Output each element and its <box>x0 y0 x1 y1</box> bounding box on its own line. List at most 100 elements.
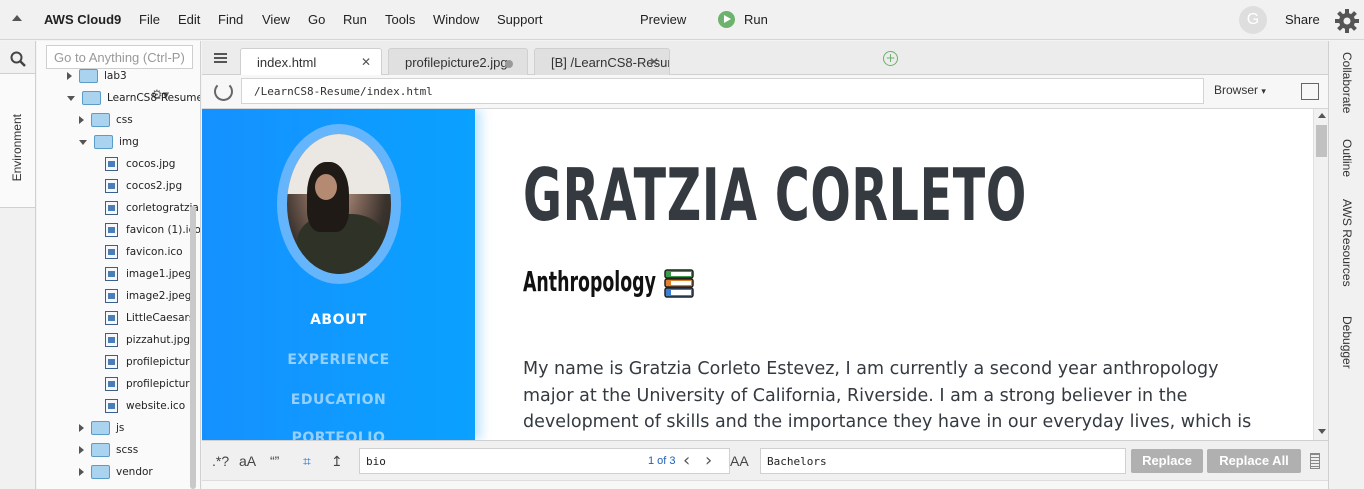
bio-paragraph: My name is Gratzia Corleto Estevez, I am… <box>523 359 1252 440</box>
profile-picture <box>287 134 391 274</box>
settings-gear-icon[interactable] <box>1333 7 1361 35</box>
tab-index-html[interactable]: index.html ✕ <box>240 48 382 75</box>
image-file-icon <box>105 179 118 193</box>
site-nav-portfolio[interactable]: PORTFOLIO <box>202 430 475 440</box>
run-button[interactable]: Run <box>744 12 768 27</box>
collapse-arrow-icon[interactable] <box>79 139 87 145</box>
expand-arrow-icon[interactable] <box>67 72 72 80</box>
folder-icon <box>94 135 113 149</box>
collapse-menu-icon[interactable] <box>12 15 22 21</box>
wrap-toggle[interactable]: ↥ <box>331 453 343 470</box>
menu-window[interactable]: Window <box>433 12 479 27</box>
menu-file[interactable]: File <box>139 12 160 27</box>
tree-file[interactable]: image2.jpeg <box>105 285 191 307</box>
replace-all-button[interactable]: Replace All <box>1207 449 1301 473</box>
environment-tab[interactable]: Environment <box>0 73 35 208</box>
menu-find[interactable]: Find <box>218 12 243 27</box>
menu-support[interactable]: Support <box>497 12 543 27</box>
tree-row-label: corletogratzia <box>126 202 199 214</box>
tree-row-label: LittleCaesars <box>126 312 195 324</box>
scroll-down-icon[interactable] <box>1318 429 1326 434</box>
tree-folder-scss[interactable]: scss <box>79 439 138 461</box>
expand-arrow-icon[interactable] <box>79 468 84 476</box>
unsaved-dot-icon[interactable] <box>505 60 513 68</box>
tree-folder-js[interactable]: js <box>79 417 124 439</box>
avatar[interactable]: G <box>1239 6 1267 34</box>
tab-label: profilepicture2.jpg <box>405 55 508 70</box>
site-nav-education[interactable]: EDUCATION <box>202 392 475 408</box>
site-name-heading: GRATZIA CORLETO <box>523 153 1027 237</box>
run-icon[interactable] <box>718 11 735 28</box>
expand-arrow-icon[interactable] <box>79 446 84 454</box>
expand-arrow-icon[interactable] <box>79 424 84 432</box>
tree-file[interactable]: corletogratzia <box>105 197 199 219</box>
folder-icon <box>91 421 110 435</box>
expand-arrow-icon[interactable] <box>79 116 84 124</box>
menu-view[interactable]: View <box>262 12 290 27</box>
site-subtitle: Anthropology <box>523 265 656 298</box>
tree-row-label: LearnCS8-Resume <box>107 92 201 104</box>
file-tree: Go to Anything (Ctrl-P) ⚙▾ lab3 LearnCS8… <box>37 41 201 489</box>
tree-file[interactable]: cocos2.jpg <box>105 175 182 197</box>
tree-folder-css[interactable]: css <box>79 109 133 131</box>
menu-go[interactable]: Go <box>308 12 325 27</box>
reload-icon[interactable] <box>214 82 233 101</box>
preview-button[interactable]: Preview <box>640 12 686 27</box>
pop-out-icon[interactable] <box>1301 83 1319 100</box>
collapse-arrow-icon[interactable] <box>67 95 75 101</box>
preview-scrollbar[interactable] <box>1313 109 1328 440</box>
find-previous-icon[interactable]: ‹ <box>683 450 690 471</box>
tree-file[interactable]: image1.jpeg <box>105 263 191 285</box>
url-input[interactable]: /LearnCS8-Resume/index.html <box>241 78 1204 104</box>
search-icon[interactable] <box>10 51 26 67</box>
new-tab-plus-icon[interactable]: + <box>883 51 898 66</box>
tree-file[interactable]: cocos.jpg <box>105 153 175 175</box>
outline-tab[interactable]: Outline <box>1340 139 1354 177</box>
tree-folder-learncs8-resume[interactable]: LearnCS8-Resume <box>67 87 201 109</box>
tree-file[interactable]: favicon (1).ico <box>105 219 200 241</box>
close-tab-icon[interactable]: ✕ <box>649 55 659 69</box>
tree-folder-img[interactable]: img <box>79 131 139 153</box>
site-nav-about[interactable]: ABOUT <box>202 312 475 328</box>
site-nav-experience[interactable]: EXPERIENCE <box>202 352 475 368</box>
collaborate-tab[interactable]: Collaborate <box>1340 52 1354 113</box>
find-next-icon[interactable]: › <box>705 450 712 471</box>
replace-button[interactable]: Replace <box>1131 449 1203 473</box>
share-button[interactable]: Share <box>1285 12 1320 27</box>
image-file-icon <box>105 157 118 171</box>
replace-input[interactable]: Bachelors <box>760 448 1126 474</box>
tree-file[interactable]: favicon.ico <box>105 241 183 263</box>
tree-folder-lab3[interactable]: lab3 <box>67 65 127 87</box>
tree-file[interactable]: profilepicture <box>105 351 196 373</box>
right-rail: Collaborate Outline AWS Resources Debugg… <box>1328 41 1364 489</box>
tree-row-label: vendor <box>116 466 153 478</box>
tree-file[interactable]: pizzahut.jpg <box>105 329 190 351</box>
browser-mode-label: Browser <box>1214 83 1259 97</box>
tree-file[interactable]: LittleCaesars <box>105 307 194 329</box>
preserve-case-toggle[interactable]: AA <box>730 453 749 469</box>
scroll-up-icon[interactable] <box>1318 113 1326 118</box>
whole-word-toggle[interactable]: “” <box>270 453 279 469</box>
debugger-tab[interactable]: Debugger <box>1340 316 1354 369</box>
tab-profilepicture2[interactable]: profilepicture2.jpg <box>388 48 528 75</box>
tree-file[interactable]: website.ico <box>105 395 185 417</box>
menu-run[interactable]: Run <box>343 12 367 27</box>
brand-menu[interactable]: AWS Cloud9 <box>44 12 121 27</box>
scroll-thumb[interactable] <box>1316 125 1327 157</box>
tree-row-label: lab3 <box>104 70 127 82</box>
regex-toggle[interactable]: .*? <box>212 453 229 469</box>
close-tab-icon[interactable]: ✕ <box>361 55 371 69</box>
menu-edit[interactable]: Edit <box>178 12 200 27</box>
image-file-icon <box>105 201 118 215</box>
tree-file[interactable]: profilepicture <box>105 373 196 395</box>
case-sensitive-toggle[interactable]: aA <box>239 453 256 469</box>
tab-browser-preview[interactable]: [B] /LearnCS8-Resume/index.html ✕ <box>534 48 670 75</box>
menu-tools[interactable]: Tools <box>385 12 415 27</box>
tree-scrollbar[interactable] <box>190 206 196 489</box>
browser-mode-dropdown[interactable]: Browser ▾ <box>1214 83 1266 97</box>
tab-menu-icon[interactable] <box>214 53 227 63</box>
find-bar-grip-icon[interactable] <box>1310 453 1320 469</box>
in-selection-toggle[interactable]: ⌗ <box>303 453 311 470</box>
tree-folder-vendor[interactable]: vendor <box>79 461 153 483</box>
aws-resources-tab[interactable]: AWS Resources <box>1340 199 1354 287</box>
